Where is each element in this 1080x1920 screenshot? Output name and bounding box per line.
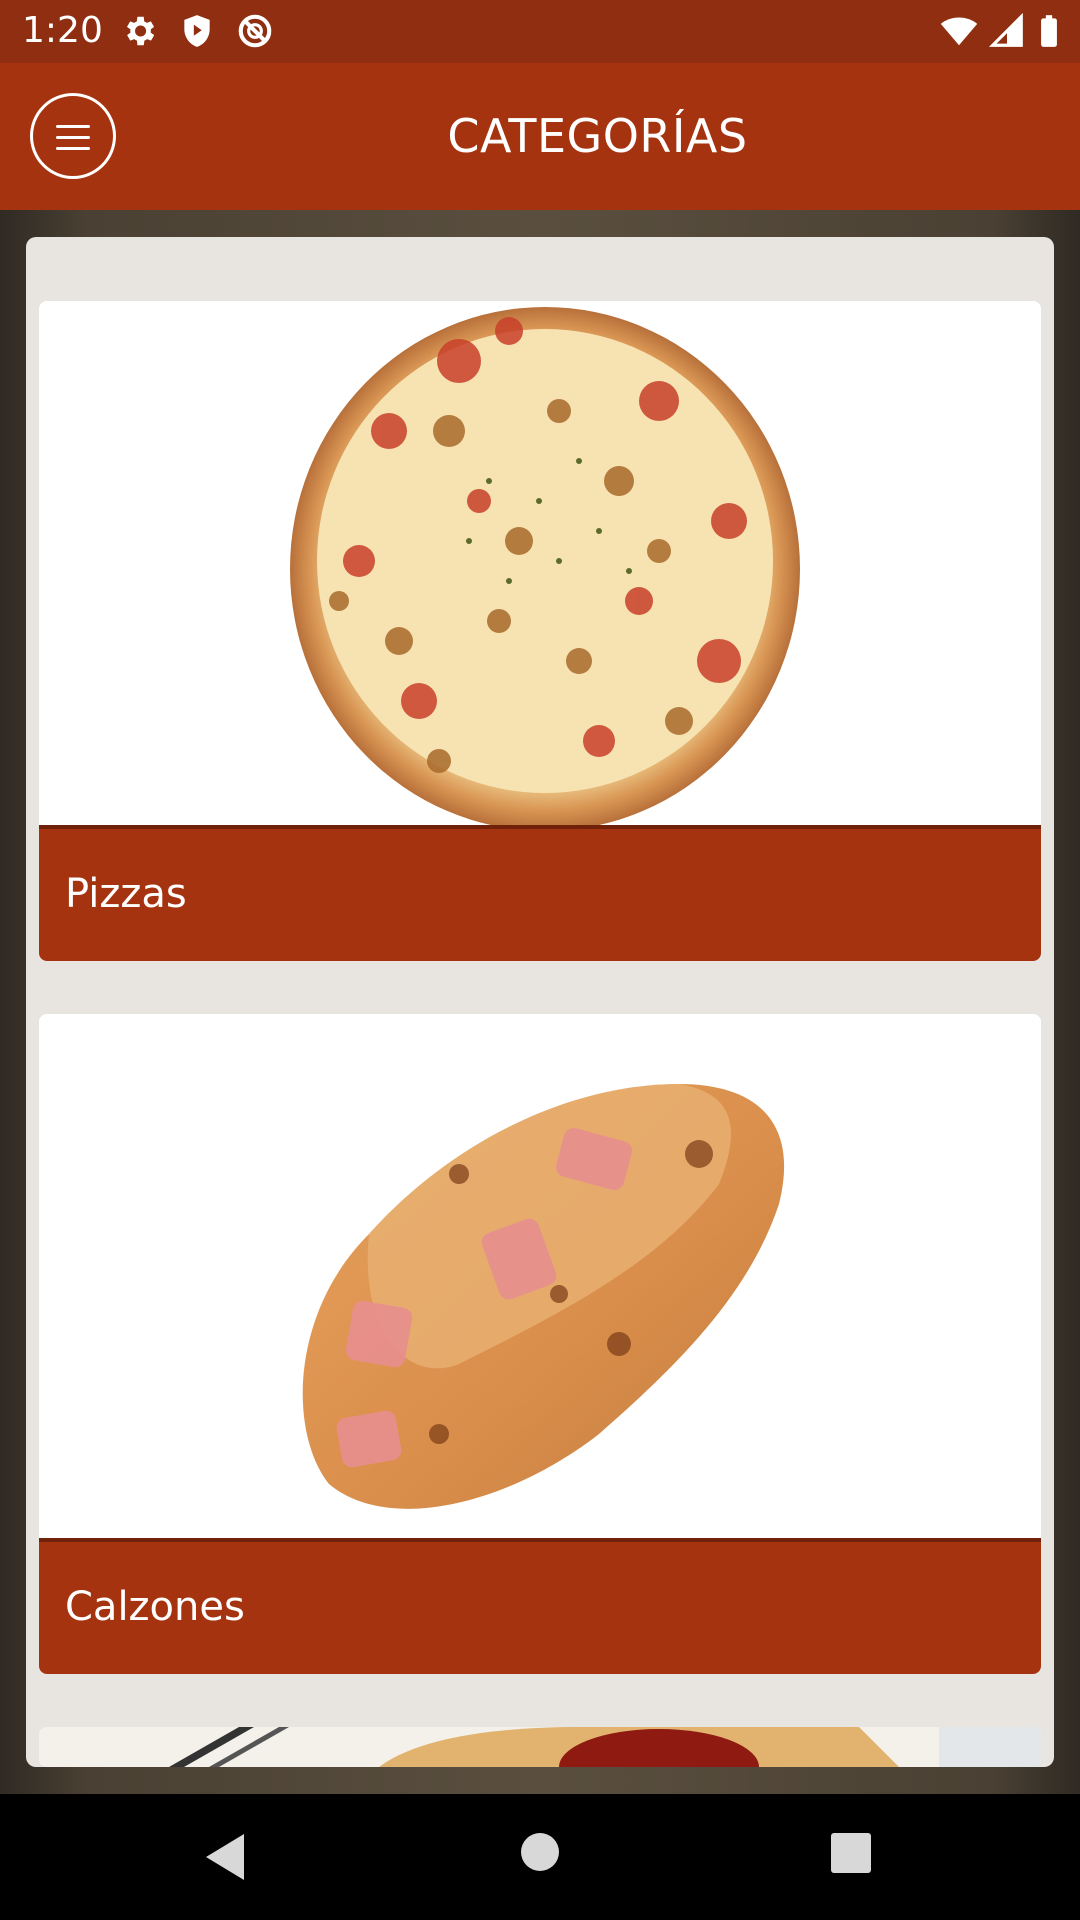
- category-card-calzones[interactable]: Calzones: [39, 1014, 1041, 1674]
- category-card-pizzas[interactable]: Pizzas: [39, 301, 1041, 961]
- home-icon[interactable]: [520, 1832, 560, 1872]
- status-bar: 1:20: [0, 0, 1080, 63]
- calzone-photo: [39, 1014, 1041, 1538]
- navigation-bar: [0, 1794, 1080, 1920]
- shield-play-icon: [184, 15, 210, 47]
- category-list[interactable]: Pizzas Calzones: [26, 237, 1054, 1767]
- page-title: CATEGORÍAS: [447, 109, 748, 163]
- category-card-next[interactable]: [39, 1727, 1041, 1767]
- back-icon[interactable]: [200, 1830, 250, 1884]
- pizza-photo-partial: [39, 1727, 1041, 1767]
- category-label: Pizzas: [39, 825, 1041, 961]
- signal-icon: [988, 12, 1023, 47]
- no-sync-icon: [238, 14, 272, 48]
- wifi-icon: [940, 17, 978, 46]
- recents-icon[interactable]: [830, 1832, 872, 1874]
- app-bar: CATEGORÍAS: [0, 63, 1080, 210]
- gear-icon: [126, 16, 155, 46]
- pizza-photo: [39, 301, 1041, 831]
- battery-icon: [1041, 15, 1057, 47]
- category-label: Calzones: [39, 1538, 1041, 1674]
- status-time: 1:20: [22, 10, 103, 51]
